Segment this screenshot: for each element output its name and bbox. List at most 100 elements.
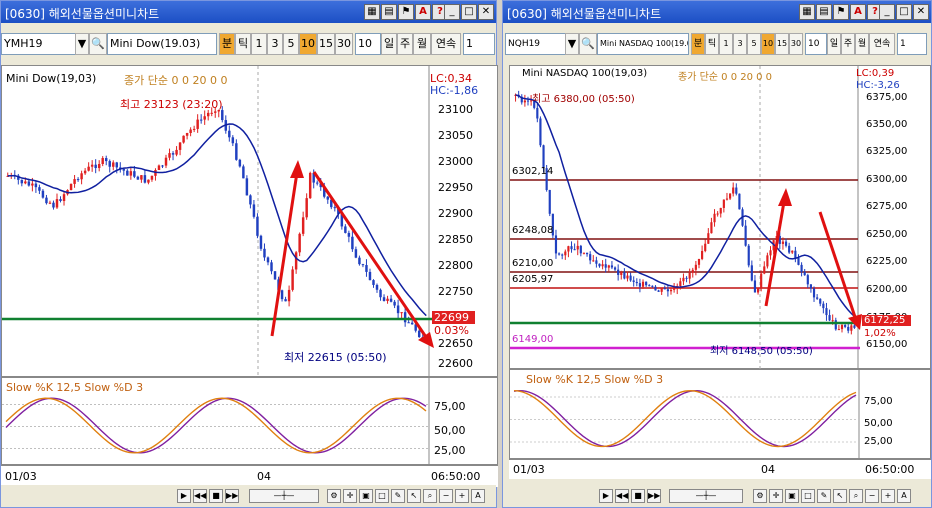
period-button-15[interactable]: 15 xyxy=(775,33,789,55)
unit-button-day[interactable]: 일 xyxy=(827,33,841,55)
period-button-3[interactable]: 3 xyxy=(267,33,283,55)
candle-body xyxy=(266,257,270,263)
close-icon[interactable]: ✕ xyxy=(478,4,494,20)
unit-button-month[interactable]: 월 xyxy=(855,33,869,55)
chevron-down-icon[interactable]: ▼ xyxy=(565,33,579,55)
candle-body xyxy=(192,128,196,130)
count-input[interactable]: 1 xyxy=(897,33,927,55)
flag-icon[interactable]: ⚑ xyxy=(398,4,414,20)
period-button-30[interactable]: 30 xyxy=(789,33,803,55)
unit-button-week[interactable]: 주 xyxy=(841,33,855,55)
indicator-label: 종가 단순 0 0 20 0 0 xyxy=(124,74,228,87)
period-input[interactable]: 10 xyxy=(355,33,381,55)
box-icon[interactable]: □ xyxy=(375,489,389,503)
settings-icon[interactable]: ⚙ xyxy=(753,489,767,503)
search-icon[interactable]: 🔍 xyxy=(579,33,597,55)
period-button-1[interactable]: 1 xyxy=(719,33,733,55)
period-button-10[interactable]: 10 xyxy=(761,33,775,55)
candle-body xyxy=(732,187,735,194)
play-icon[interactable]: ▶ xyxy=(599,489,613,503)
period-button-min[interactable]: 분 xyxy=(691,33,705,55)
grid-icon[interactable]: ▦ xyxy=(799,4,815,20)
price-chart[interactable]: Mini Dow(19,03) 종가 단순 0 0 20 0 0 LC:0,34… xyxy=(1,65,498,378)
stop-icon[interactable]: ■ xyxy=(631,489,645,503)
period-button-tick[interactable]: 틱 xyxy=(705,33,719,55)
magnifier-icon[interactable]: ⌕ xyxy=(849,489,863,503)
unit-button-continuous[interactable]: 연속 xyxy=(431,33,461,55)
zoom-out-icon[interactable]: − xyxy=(439,489,453,503)
candle-body xyxy=(685,277,688,279)
period-button-10[interactable]: 10 xyxy=(299,33,317,55)
period-button-tick[interactable]: 틱 xyxy=(235,33,251,55)
period-button-30[interactable]: 30 xyxy=(335,33,353,55)
table-icon[interactable]: ▤ xyxy=(381,4,397,20)
table-icon[interactable]: ▤ xyxy=(816,4,832,20)
flag-icon[interactable]: ⚑ xyxy=(833,4,849,20)
arrow-icon[interactable]: ↖ xyxy=(407,489,421,503)
period-button-5[interactable]: 5 xyxy=(747,33,761,55)
draw-icon[interactable]: ✎ xyxy=(817,489,831,503)
unit-button-continuous[interactable]: 연속 xyxy=(869,33,895,55)
period-input[interactable]: 10 xyxy=(805,33,827,55)
zoom-out-icon[interactable]: − xyxy=(865,489,879,503)
candle-body xyxy=(104,158,108,162)
oscillator-chart[interactable]: Slow %K 12,5 Slow %D 3 75,00 50,00 25,00 xyxy=(1,377,498,466)
zoom-slider[interactable]: —┼— xyxy=(669,489,743,503)
chevron-down-icon[interactable]: ▼ xyxy=(75,33,89,55)
candle-body xyxy=(358,257,361,265)
grid-icon[interactable]: ▦ xyxy=(364,4,380,20)
forward-icon[interactable]: ▶▶ xyxy=(225,489,239,503)
font-icon[interactable]: A xyxy=(415,4,431,20)
window-icon[interactable]: ▣ xyxy=(785,489,799,503)
search-icon[interactable]: 🔍 xyxy=(89,33,107,55)
draw-icon[interactable]: ✎ xyxy=(391,489,405,503)
candle-body xyxy=(682,277,685,282)
osc-tick: 75,00 xyxy=(864,396,893,407)
maximize-icon[interactable]: □ xyxy=(896,4,912,20)
crosshair-icon[interactable]: ✛ xyxy=(769,489,783,503)
candle-body xyxy=(157,165,161,171)
play-icon[interactable]: ▶ xyxy=(177,489,191,503)
titlebar[interactable]: [0630] 해외선물옵션미니차트 ▦ ▤ ⚑ A ? _ □ ✕ xyxy=(1,1,496,23)
forward-icon[interactable]: ▶▶ xyxy=(647,489,661,503)
window-icon[interactable]: ▣ xyxy=(359,489,373,503)
font-size-icon[interactable]: A xyxy=(471,489,485,503)
stop-icon[interactable]: ■ xyxy=(209,489,223,503)
period-button-1[interactable]: 1 xyxy=(251,33,267,55)
period-button-5[interactable]: 5 xyxy=(283,33,299,55)
font-size-icon[interactable]: A xyxy=(897,489,911,503)
unit-button-week[interactable]: 주 xyxy=(397,33,413,55)
candle-body xyxy=(400,312,403,314)
period-button-min[interactable]: 분 xyxy=(219,33,235,55)
candle-body xyxy=(812,288,816,298)
price-chart[interactable]: Mini NASDAQ 100(19,03) 종가 단순 0 0 20 0 0 … xyxy=(509,65,931,370)
candle-body xyxy=(326,196,330,200)
titlebar[interactable]: [0630] 해외선물옵션미니차트 ▦ ▤ ⚑ A ? _ □ ✕ xyxy=(503,1,931,23)
unit-button-month[interactable]: 월 xyxy=(413,33,431,55)
magnifier-icon[interactable]: ⌕ xyxy=(423,489,437,503)
zoom-slider[interactable]: —┼— xyxy=(249,489,319,503)
oscillator-chart[interactable]: Slow %K 12,5 Slow %D 3 75,00 50,00 25,00 xyxy=(509,369,931,460)
zoom-in-icon[interactable]: + xyxy=(455,489,469,503)
candle-body xyxy=(136,176,140,180)
arrow-icon[interactable]: ↖ xyxy=(833,489,847,503)
period-button-3[interactable]: 3 xyxy=(733,33,747,55)
minimize-icon[interactable]: _ xyxy=(879,4,895,20)
candle-body xyxy=(133,171,136,177)
minimize-icon[interactable]: _ xyxy=(444,4,460,20)
settings-icon[interactable]: ⚙ xyxy=(327,489,341,503)
rewind-icon[interactable]: ◀◀ xyxy=(193,489,207,503)
unit-button-day[interactable]: 일 xyxy=(381,33,397,55)
box-icon[interactable]: □ xyxy=(801,489,815,503)
close-icon[interactable]: ✕ xyxy=(913,4,929,20)
font-icon[interactable]: A xyxy=(850,4,866,20)
rewind-icon[interactable]: ◀◀ xyxy=(615,489,629,503)
candle-body xyxy=(651,285,654,287)
zoom-in-icon[interactable]: + xyxy=(881,489,895,503)
maximize-icon[interactable]: □ xyxy=(461,4,477,20)
crosshair-icon[interactable]: ✛ xyxy=(343,489,357,503)
period-button-15[interactable]: 15 xyxy=(317,33,335,55)
candle-body xyxy=(94,164,97,169)
count-input[interactable]: 1 xyxy=(463,33,495,55)
candle-body xyxy=(536,107,539,119)
